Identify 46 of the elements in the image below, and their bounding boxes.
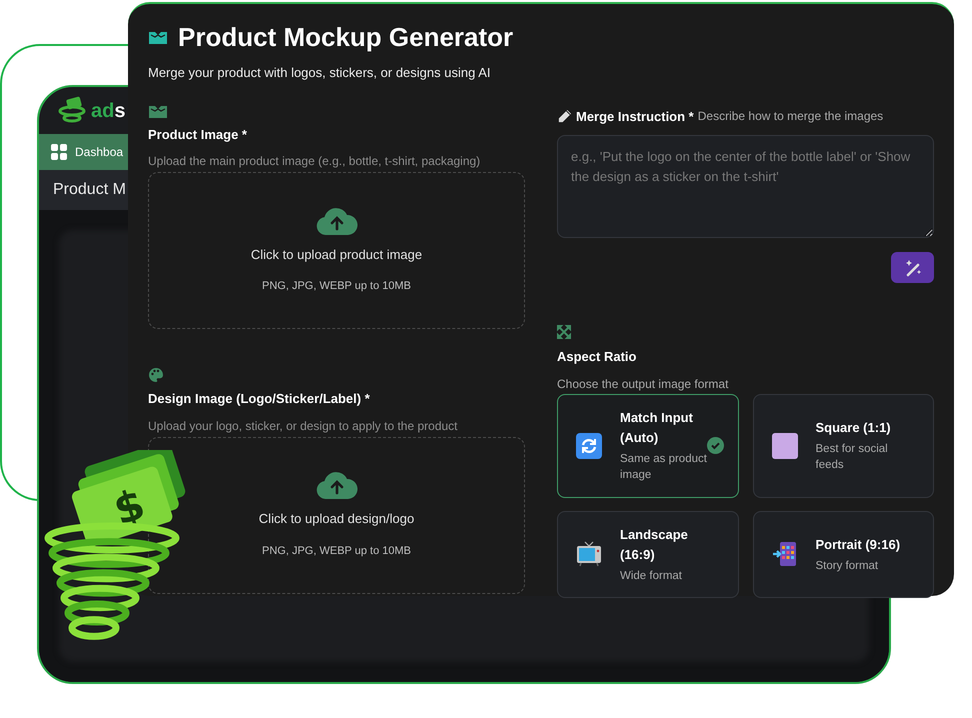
palette-icon <box>148 367 164 383</box>
nav-item[interactable]: Dashboa <box>39 134 127 170</box>
page-heading: Product Mockup Generator <box>178 21 514 54</box>
field-hint: Upload the main product image (e.g., bottle, t-shirt, packaging) <box>148 153 482 170</box>
field-label: Aspect Ratio <box>557 348 638 366</box>
option-title: Landscape (16:9) <box>620 526 689 564</box>
field-hint: Upload your logo, sticker, or design to apply to the product <box>148 418 459 434</box>
page-title: Product M <box>53 180 126 200</box>
logo-text: ads <box>91 98 126 124</box>
check-icon <box>706 436 724 454</box>
page-subtitle: Merge your product with logos, stickers, or designs using AI <box>148 64 492 82</box>
option-description: Best for social feeds <box>816 442 889 473</box>
aspect-option[interactable]: Portrait (9:16) Story format <box>752 510 934 598</box>
square-icon <box>772 432 798 458</box>
aspect-option[interactable]: Landscape (16:9) Wide format <box>557 510 738 598</box>
field-hint: Describe how to merge the images <box>698 108 884 126</box>
pencil-icon <box>557 108 572 124</box>
upload-formats: PNG, JPG, WEBP up to 10MB <box>262 279 411 294</box>
upload-prompt: Click to upload design/logo <box>258 510 414 528</box>
aspect-option[interactable]: Square (1:1) Best for social feeds <box>752 394 934 498</box>
cloud-upload-icon <box>316 471 358 499</box>
field-label: Merge Instruction * <box>576 108 694 126</box>
option-description: Same as product image <box>620 452 708 483</box>
option-description: Story format <box>816 558 880 574</box>
sync-icon <box>576 432 602 458</box>
option-description: Wide format <box>620 568 683 584</box>
expand-icon <box>557 325 571 339</box>
enhance-button[interactable] <box>891 252 934 283</box>
option-title: Square (1:1) <box>816 419 892 437</box>
upload-dropzone[interactable]: Click to upload product image PNG, JPG, WEBP up to 10MB <box>148 172 525 329</box>
box-icon <box>148 30 168 44</box>
box-icon <box>148 104 168 118</box>
tv-icon <box>576 541 602 567</box>
upload-prompt: Click to upload product image <box>250 246 422 264</box>
instruction-input[interactable]: e.g., 'Put the logo on the center of the bottle label' or 'Show the design as a sticker on the t-shirt' <box>557 135 934 238</box>
magic-wand-icon <box>904 258 922 276</box>
option-title: Portrait (9:16) <box>816 536 902 554</box>
field-hint: Choose the output image format <box>557 376 730 392</box>
option-title: Match Input (Auto) <box>620 409 694 447</box>
dashboard-icon <box>51 144 67 160</box>
aspect-option[interactable]: Match Input (Auto) Same as product image <box>557 394 738 498</box>
field-label: Product Image * <box>148 126 248 144</box>
cloud-upload-icon <box>316 206 358 234</box>
field-label: Design Image (Logo/Sticker/Label) * <box>148 390 371 408</box>
phone-icon <box>772 541 798 567</box>
upload-formats: PNG, JPG, WEBP up to 10MB <box>262 544 411 558</box>
